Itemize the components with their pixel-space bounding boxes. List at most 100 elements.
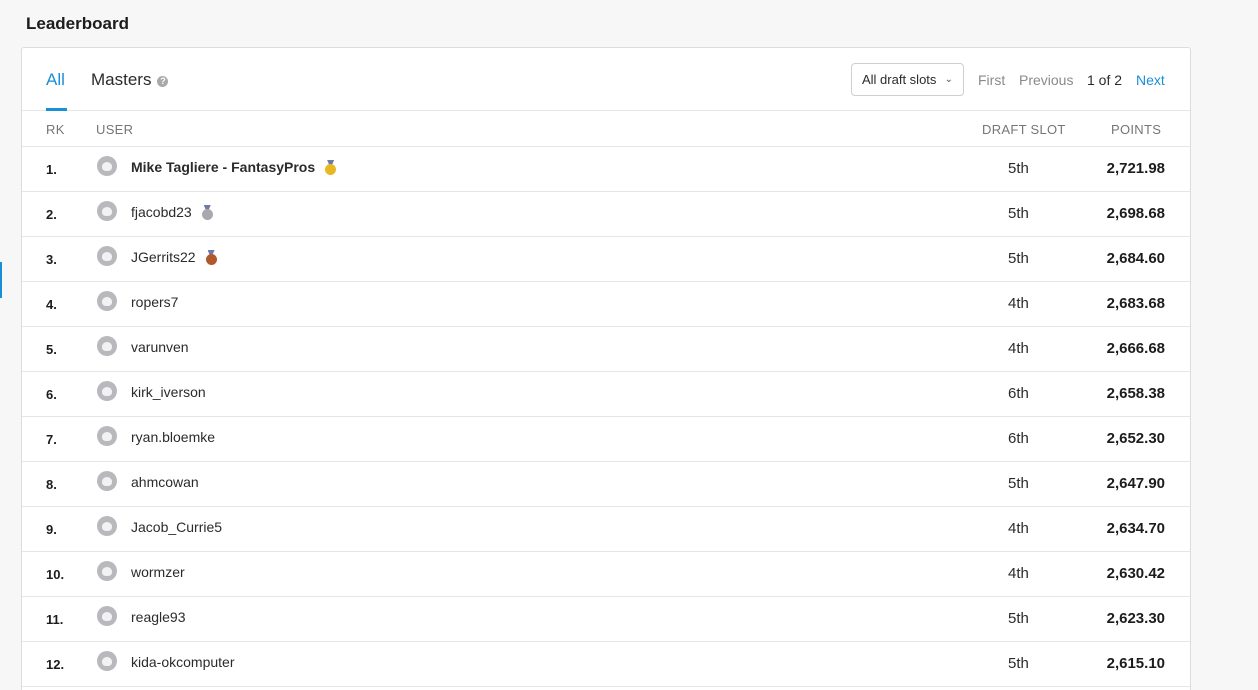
- avatar: [97, 426, 117, 446]
- row-user[interactable]: ropers7: [131, 294, 178, 310]
- row-points: 2,698.68: [1106, 205, 1165, 222]
- table-row[interactable]: 4. ropers7 4th 2,683.68: [22, 282, 1190, 327]
- row-rank: 9.: [46, 522, 57, 537]
- row-draft-slot: 4th: [1008, 340, 1029, 357]
- column-header-rank: RK: [46, 122, 65, 137]
- row-rank: 8.: [46, 477, 57, 492]
- row-rank: 3.: [46, 252, 57, 267]
- row-rank: 7.: [46, 432, 57, 447]
- row-user[interactable]: ahmcowan: [131, 474, 199, 490]
- avatar: [97, 651, 117, 671]
- row-points: 2,652.30: [1106, 430, 1165, 447]
- row-draft-slot: 5th: [1008, 205, 1029, 222]
- row-rank: 10.: [46, 567, 65, 582]
- table-header: RK USER DRAFT SLOT POINTS: [22, 111, 1190, 147]
- avatar: [97, 471, 117, 491]
- row-draft-slot: 5th: [1008, 475, 1029, 492]
- row-points: 2,684.60: [1106, 250, 1165, 267]
- row-user[interactable]: varunven: [131, 339, 189, 355]
- row-draft-slot: 4th: [1008, 565, 1029, 582]
- gold-medal-icon: [325, 160, 337, 175]
- row-username: JGerrits22: [131, 249, 196, 265]
- row-username: ryan.bloemke: [131, 429, 216, 445]
- row-rank: 4.: [46, 297, 57, 312]
- avatar: [97, 516, 117, 536]
- table-row[interactable]: 10. wormzer 4th 2,630.42: [22, 552, 1190, 597]
- bronze-medal-icon: [205, 250, 217, 265]
- row-username: fjacobd23: [131, 204, 192, 220]
- row-user[interactable]: fjacobd23: [131, 204, 213, 220]
- row-points: 2,647.90: [1106, 475, 1165, 492]
- silver-medal-icon: [201, 205, 213, 220]
- row-draft-slot: 5th: [1008, 160, 1029, 177]
- row-draft-slot: 4th: [1008, 295, 1029, 312]
- avatar: [97, 156, 117, 176]
- row-rank: 6.: [46, 387, 57, 402]
- avatar: [97, 291, 117, 311]
- row-user[interactable]: ryan.bloemke: [131, 429, 215, 445]
- avatar: [97, 246, 117, 266]
- table-row[interactable]: 6. kirk_iverson 6th 2,658.38: [22, 372, 1190, 417]
- row-points: 2,623.30: [1106, 610, 1165, 627]
- row-points: 2,630.42: [1106, 565, 1165, 582]
- tab-masters-label: Masters: [91, 70, 152, 89]
- tab-masters[interactable]: Masters ?: [91, 70, 169, 90]
- row-user[interactable]: Jacob_Currie5: [131, 519, 222, 535]
- table-row[interactable]: 12. kida-okcomputer 5th 2,615.10: [22, 642, 1190, 687]
- avatar: [97, 201, 117, 221]
- draft-slot-select[interactable]: All draft slots ⌄: [851, 63, 964, 96]
- row-draft-slot: 5th: [1008, 655, 1029, 672]
- chevron-down-icon: ⌄: [944, 74, 953, 85]
- pagination-count: 1 of 2: [1087, 72, 1123, 88]
- page-title: Leaderboard: [26, 14, 129, 33]
- row-username: ropers7: [131, 294, 179, 310]
- tab-all[interactable]: All: [46, 70, 65, 90]
- row-user[interactable]: JGerrits22: [131, 249, 217, 265]
- pagination-next[interactable]: Next: [1136, 72, 1165, 88]
- row-username: Mike Tagliere - FantasyPros: [131, 159, 316, 175]
- avatar: [97, 561, 117, 581]
- row-user[interactable]: wormzer: [131, 564, 185, 580]
- row-draft-slot: 6th: [1008, 385, 1029, 402]
- row-username: kirk_iverson: [131, 384, 206, 400]
- row-draft-slot: 5th: [1008, 610, 1029, 627]
- row-user[interactable]: Mike Tagliere - FantasyPros: [131, 159, 337, 175]
- table-row[interactable]: 5. varunven 4th 2,666.68: [22, 327, 1190, 372]
- table-row[interactable]: 1. Mike Tagliere - FantasyPros 5th 2,721…: [22, 147, 1190, 192]
- table-row[interactable]: 9. Jacob_Currie5 4th 2,634.70: [22, 507, 1190, 552]
- row-user[interactable]: reagle93: [131, 609, 186, 625]
- row-username: kida-okcomputer: [131, 654, 235, 670]
- column-header-draft-slot: DRAFT SLOT: [982, 122, 1066, 137]
- row-points: 2,615.10: [1106, 655, 1165, 672]
- row-rank: 11.: [46, 612, 64, 627]
- left-accent-bar: [0, 262, 2, 298]
- row-points: 2,721.98: [1106, 160, 1165, 177]
- avatar: [97, 606, 117, 626]
- row-username: ahmcowan: [131, 474, 199, 490]
- row-points: 2,658.38: [1106, 385, 1165, 402]
- row-rank: 2.: [46, 207, 57, 222]
- row-username: wormzer: [131, 564, 185, 580]
- pagination-previous[interactable]: Previous: [1019, 72, 1073, 88]
- avatar: [97, 381, 117, 401]
- row-rank: 12.: [46, 657, 65, 672]
- draft-slot-select-value: All draft slots: [862, 72, 937, 87]
- row-user[interactable]: kirk_iverson: [131, 384, 206, 400]
- table-row[interactable]: 11. reagle93 5th 2,623.30: [22, 597, 1190, 642]
- pagination-first[interactable]: First: [978, 72, 1005, 88]
- row-username: reagle93: [131, 609, 186, 625]
- row-username: Jacob_Currie5: [131, 519, 223, 535]
- row-draft-slot: 4th: [1008, 520, 1029, 537]
- column-header-points: POINTS: [1111, 122, 1162, 137]
- row-user[interactable]: kida-okcomputer: [131, 654, 235, 670]
- row-rank: 5.: [46, 342, 57, 357]
- table-row[interactable]: 2. fjacobd23 5th 2,698.68: [22, 192, 1190, 237]
- table-row[interactable]: 8. ahmcowan 5th 2,647.90: [22, 462, 1190, 507]
- leaderboard-toolbar: All Masters ? All draft slots ⌄ First Pr…: [22, 48, 1190, 111]
- row-points: 2,683.68: [1106, 295, 1165, 312]
- table-row[interactable]: 3. JGerrits22 5th 2,684.60: [22, 237, 1190, 282]
- leaderboard-table-body: 1. Mike Tagliere - FantasyPros 5th 2,721…: [22, 147, 1190, 687]
- row-rank: 1.: [46, 162, 57, 177]
- help-icon[interactable]: ?: [157, 76, 169, 87]
- table-row[interactable]: 7. ryan.bloemke 6th 2,652.30: [22, 417, 1190, 462]
